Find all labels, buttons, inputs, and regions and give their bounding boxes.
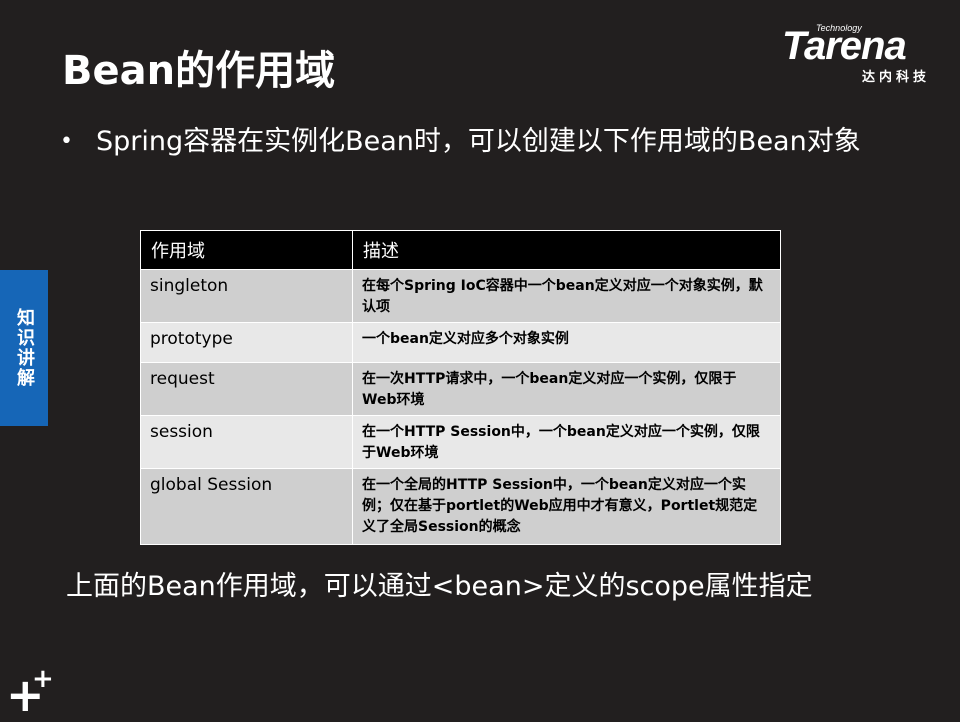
cell-scope: global Session [140, 468, 353, 545]
side-tab-label: 知识讲解 [14, 308, 35, 388]
table-header-row: 作用域 描述 [140, 230, 781, 270]
table-row: session 在一个HTTP Session中，一个bean定义对应一个实例，… [140, 415, 781, 469]
cell-description: 一个bean定义对应多个对象实例 [352, 322, 781, 363]
scope-table: 作用域 描述 singleton 在每个Spring IoC容器中一个bean定… [140, 230, 781, 545]
header-scope: 作用域 [140, 230, 353, 270]
tarena-logo: Tarena Technology 达内科技 [782, 20, 947, 85]
slide-title: Bean的作用域 [62, 48, 336, 94]
plus-small-icon: + [32, 664, 54, 694]
bullet-marker: • [60, 129, 73, 154]
side-tab-knowledge: 知识讲解 [0, 270, 48, 426]
bullet-point: • Spring容器在实例化Bean时，可以创建以下作用域的Bean对象 [60, 120, 880, 164]
cell-scope: session [140, 415, 353, 469]
bullet-text: Spring容器在实例化Bean时，可以创建以下作用域的Bean对象 [96, 126, 861, 157]
cell-description: 在一次HTTP请求中，一个bean定义对应一个实例，仅限于Web环境 [352, 362, 781, 416]
table-row: singleton 在每个Spring IoC容器中一个bean定义对应一个对象… [140, 269, 781, 323]
cell-scope: singleton [140, 269, 353, 323]
table-row: prototype 一个bean定义对应多个对象实例 [140, 322, 781, 363]
cell-description: 在一个全局的HTTP Session中，一个bean定义对应一个实例；仅在基于p… [352, 468, 781, 545]
table-row: global Session 在一个全局的HTTP Session中，一个bea… [140, 468, 781, 545]
bottom-text: 上面的Bean作用域，可以通过<bean>定义的scope属性指定 [66, 571, 813, 602]
cell-description: 在一个HTTP Session中，一个bean定义对应一个实例，仅限于Web环境 [352, 415, 781, 469]
header-description: 描述 [352, 230, 781, 270]
logo-brand-cn: 达内科技 [862, 70, 931, 85]
cell-scope: prototype [140, 322, 353, 363]
logo-technology: Technology [816, 23, 862, 33]
table-row: request 在一次HTTP请求中，一个bean定义对应一个实例，仅限于Web… [140, 362, 781, 416]
cell-description: 在每个Spring IoC容器中一个bean定义对应一个对象实例，默认项 [352, 269, 781, 323]
cell-scope: request [140, 362, 353, 416]
